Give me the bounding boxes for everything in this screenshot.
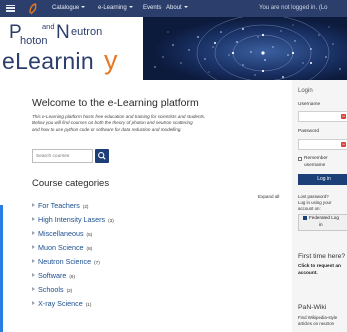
category-item[interactable]: Neutron Science (7) — [32, 257, 100, 266]
login-using-text: Log in using your — [298, 200, 332, 205]
account-on-text: account on: — [298, 206, 321, 211]
remember-label: Remember — [304, 156, 328, 161]
category-count: (6) — [69, 274, 75, 279]
nav-about[interactable]: About — [166, 5, 188, 11]
category-item[interactable]: Muon Science (8) — [32, 243, 92, 252]
category-count: (8) — [86, 246, 93, 251]
lost-password-link[interactable]: Lost password? — [298, 194, 329, 199]
categories-heading: Course categories — [32, 178, 110, 189]
username-label: Username — [298, 102, 321, 107]
category-name: High Intensity Lasers — [38, 215, 106, 224]
chevron-right-icon — [32, 259, 35, 263]
category-count: (2) — [66, 288, 73, 293]
password-field[interactable] — [298, 139, 347, 150]
logo-and: and — [42, 22, 55, 31]
expand-all-link[interactable]: Expand all — [258, 194, 279, 199]
request-account-link[interactable]: Click to request an — [298, 264, 341, 270]
category-count: (3) — [108, 218, 114, 223]
login-status[interactable]: You are not logged in. (Lo — [259, 5, 328, 11]
category-count: (2) — [82, 204, 89, 209]
category-name: Software — [38, 271, 67, 280]
chevron-right-icon — [32, 245, 35, 249]
chevron-down-icon — [183, 6, 188, 9]
site-logo[interactable]: P and N eutron hoton eLearnin y — [0, 17, 143, 80]
site-logo-icon[interactable] — [27, 2, 40, 15]
intro-line: and how to use python code or software f… — [32, 126, 182, 132]
chevron-right-icon — [32, 231, 35, 235]
category-count: (5) — [86, 232, 93, 237]
intro-text: This e-Learning platform hosts free educ… — [32, 114, 272, 133]
username-field[interactable] — [298, 111, 347, 122]
category-item[interactable]: Software (6) — [32, 271, 75, 280]
nav-elearning[interactable]: e-Learning — [98, 5, 133, 11]
page-title: Welcome to the e-Learning platform — [32, 97, 199, 109]
password-manager-icon[interactable]: ••• — [341, 142, 346, 147]
chevron-right-icon — [32, 217, 35, 221]
logo-elearning: eLearnin — [2, 48, 94, 74]
left-edge-strip — [0, 205, 3, 332]
password-manager-icon[interactable]: ••• — [341, 114, 346, 119]
menu-icon[interactable] — [6, 3, 15, 14]
category-item[interactable]: High Intensity Lasers (3) — [32, 215, 114, 224]
site-banner: P and N eutron hoton eLearnin y — [0, 17, 347, 80]
logo-y: y — [104, 45, 118, 75]
federated-label: Federated Log — [309, 215, 339, 220]
federated-icon — [303, 215, 307, 220]
nav-catalogue[interactable]: Catalogue — [52, 5, 86, 11]
chevron-right-icon — [32, 203, 35, 207]
password-label: Password — [298, 129, 320, 134]
login-button[interactable]: Log in — [298, 174, 347, 185]
remember-label-2: username — [304, 163, 326, 168]
category-name: Neutron Science — [38, 257, 92, 266]
category-name: Muon Science — [38, 243, 84, 252]
first-time-heading: First time here? — [298, 253, 346, 260]
category-item[interactable]: For Teachers (2) — [32, 201, 88, 210]
chevron-down-icon — [81, 6, 86, 9]
wiki-heading: PaN-Wiki — [298, 304, 327, 311]
logo-n: N — [56, 22, 70, 43]
top-navbar: Catalogue e-Learning Events About You ar… — [0, 0, 347, 17]
banner-image — [143, 17, 347, 80]
chevron-right-icon — [32, 287, 35, 291]
category-name: For Teachers — [38, 201, 80, 210]
request-account-link-2[interactable]: account. — [298, 271, 318, 277]
category-name: X-ray Science — [38, 299, 83, 308]
wiki-text: Find Wikipedia-style — [298, 315, 338, 320]
category-name: Schools — [38, 285, 64, 294]
chevron-right-icon — [32, 273, 35, 277]
federated-label-2: in — [319, 221, 323, 227]
category-count: (1) — [85, 302, 92, 307]
search-button[interactable] — [95, 149, 109, 163]
wiki-text-2: articles on neutron — [298, 321, 335, 326]
nav-events[interactable]: Events — [143, 5, 161, 11]
category-name: Miscellaneous — [38, 229, 84, 238]
chevron-right-icon — [32, 301, 35, 305]
federated-login-button[interactable]: Federated Log in — [298, 214, 347, 231]
nav-catalogue-label: Catalogue — [52, 5, 80, 11]
logo-hoton: hoton — [20, 35, 48, 47]
category-item[interactable]: Schools (2) — [32, 285, 72, 294]
login-heading: Login — [298, 88, 313, 94]
search-icon — [98, 152, 106, 160]
search-input[interactable]: Search courses — [32, 149, 93, 163]
chevron-down-icon — [128, 6, 133, 9]
nav-about-label: About — [166, 5, 182, 11]
logo-eutron: eutron — [71, 26, 103, 38]
category-item[interactable]: X-ray Science (1) — [32, 299, 91, 308]
category-item[interactable]: Miscellaneous (5) — [32, 229, 92, 238]
diffraction-pattern-graphic — [143, 17, 347, 80]
remember-username-checkbox[interactable] — [298, 157, 302, 161]
nav-elearning-label: e-Learning — [98, 5, 127, 11]
category-count: (7) — [94, 260, 100, 265]
